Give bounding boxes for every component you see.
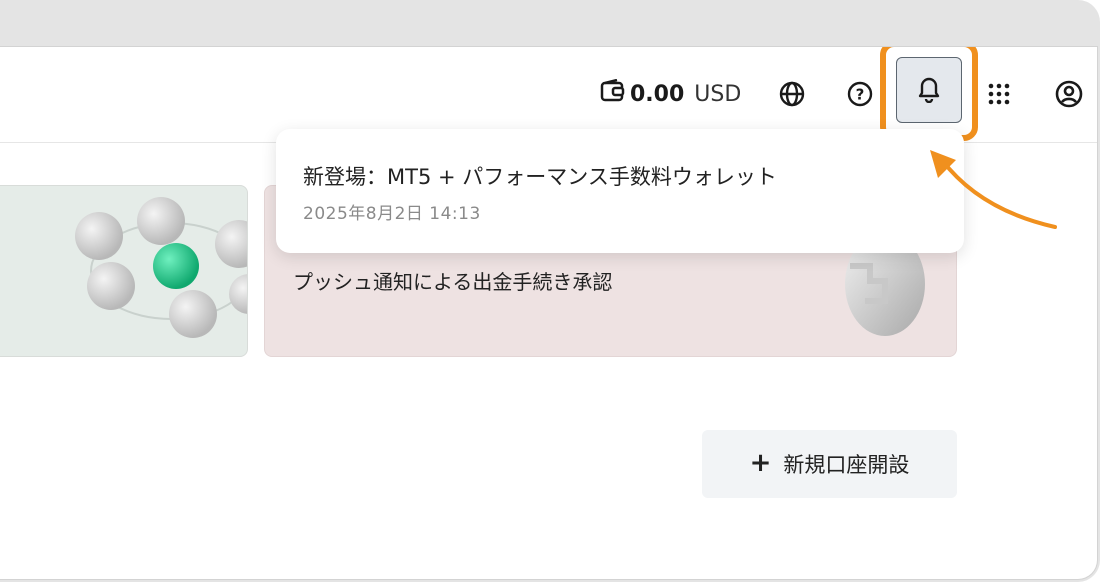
bell-icon [915, 73, 943, 107]
notification-date: 2025年8月2日 14:13 [303, 204, 481, 224]
pointer-arrow-icon [930, 150, 1057, 229]
wallet-balance[interactable]: 0.00 USD [600, 78, 742, 109]
bell-highlight [880, 47, 978, 141]
notification-popup[interactable]: 新登場：MT5 + パフォーマンス手数料ウォレット 2025年8月2日 14:1… [276, 129, 964, 253]
globe-icon[interactable] [775, 77, 809, 111]
apps-grid-icon[interactable] [982, 77, 1016, 111]
plus-icon: + [749, 447, 772, 478]
app-window: 0.00 USD ? プッシュ通知による出金手続き承認 新登場：MT5 + パフ… [0, 46, 1098, 580]
card-title: プッシュ通知による出金手続き承認 [293, 270, 613, 294]
molecule-illustration [75, 197, 247, 338]
notification-title[interactable]: 新登場：MT5 + パフォーマンス手数料ウォレット [303, 161, 964, 191]
new-account-button[interactable]: + 新規口座開設 [702, 430, 957, 498]
browser-frame: 0.00 USD ? プッシュ通知による出金手続き承認 新登場：MT5 + パフ… [0, 0, 1100, 582]
new-account-label: 新規口座開設 [783, 453, 910, 477]
balance-amount: 0.00 [630, 81, 685, 107]
help-icon[interactable]: ? [843, 77, 877, 111]
account-icon[interactable] [1052, 77, 1086, 111]
promo-card-green[interactable] [0, 185, 248, 357]
balance-currency: USD [694, 81, 742, 107]
svg-text:?: ? [856, 86, 865, 104]
wallet-icon [600, 78, 626, 109]
notification-bell-button[interactable] [896, 57, 962, 123]
